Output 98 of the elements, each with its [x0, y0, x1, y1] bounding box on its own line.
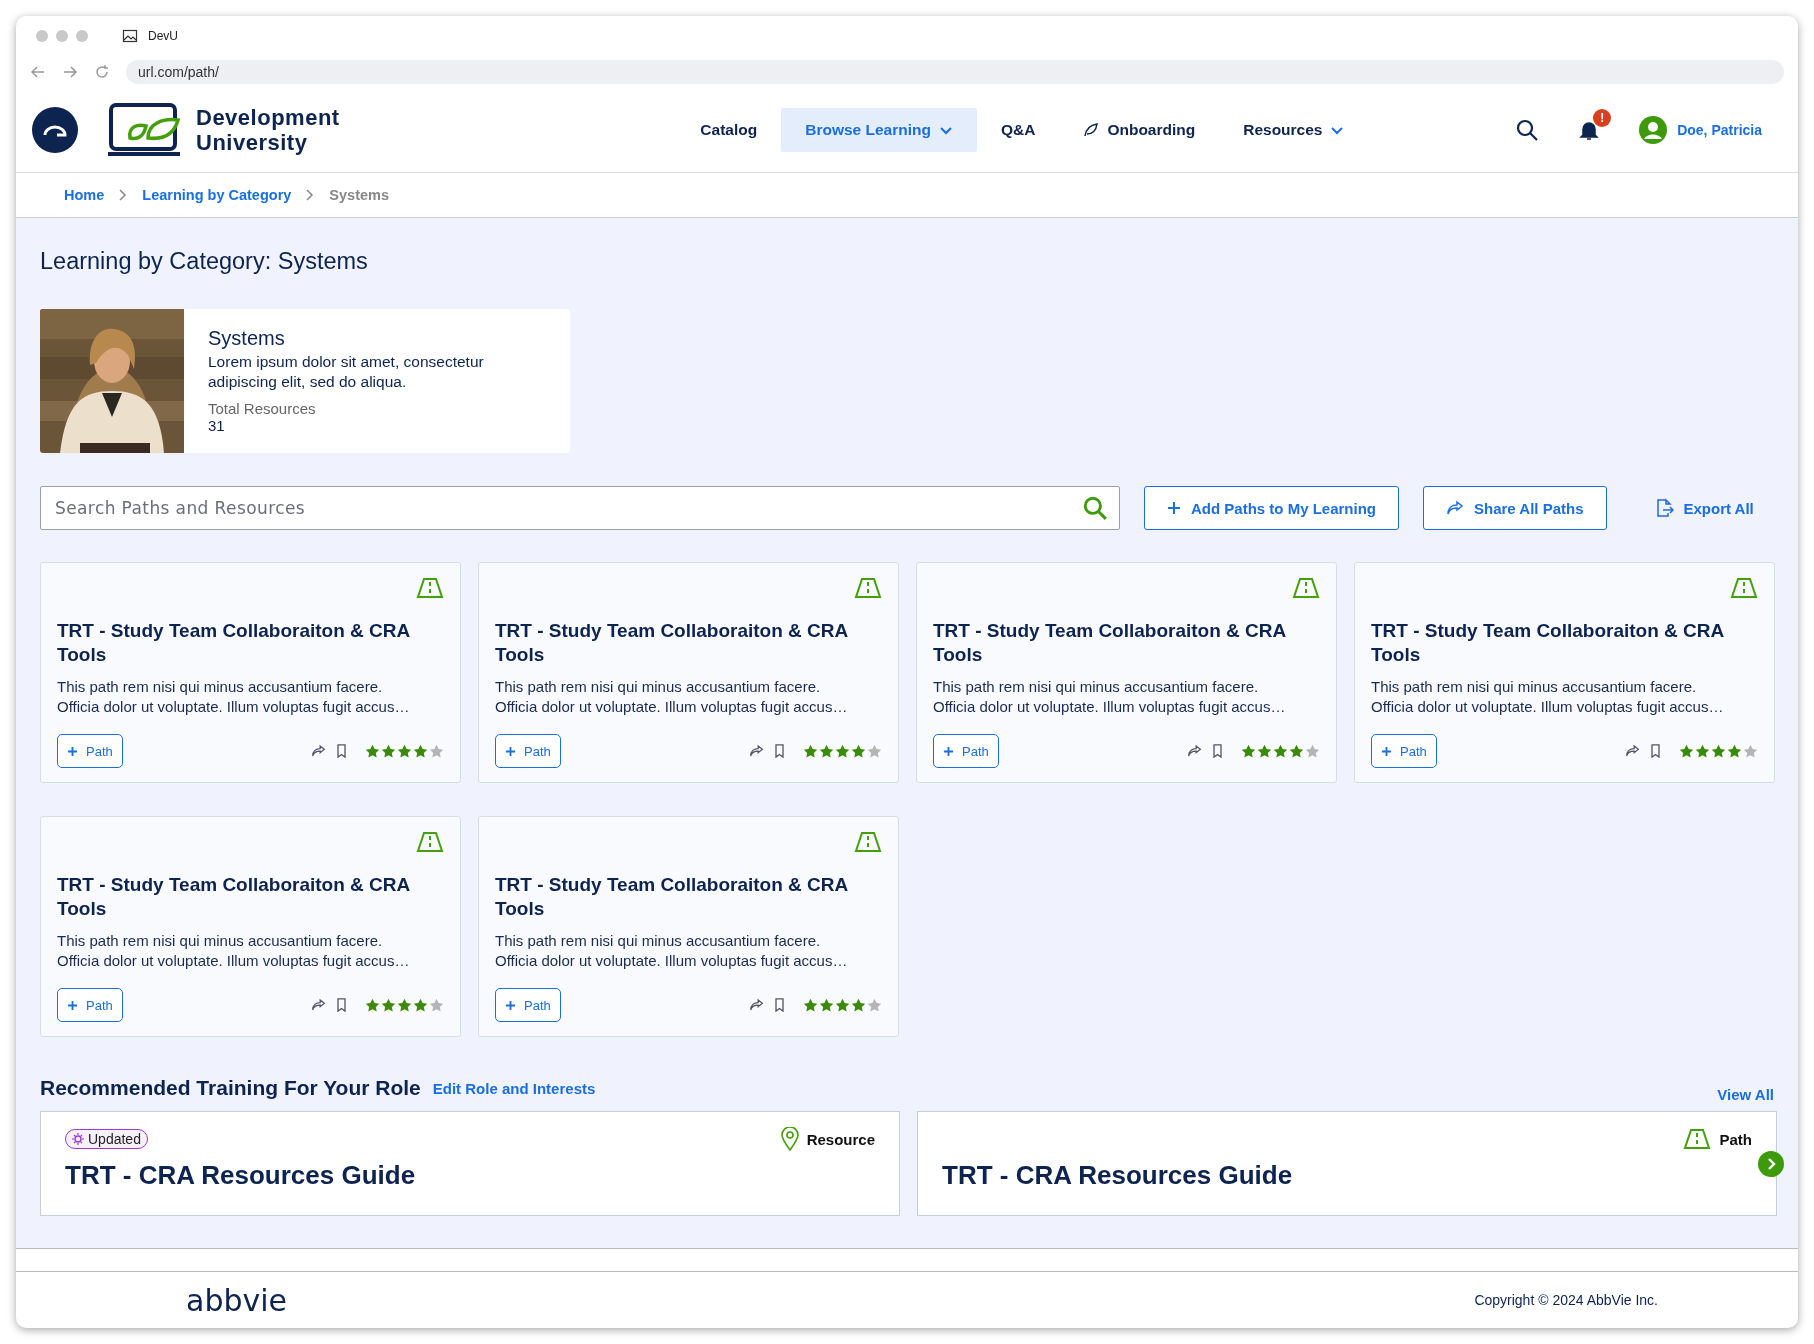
- card-description: This path rem nisi qui minus accusantium facere. Officia dolor ut voluptate. Illum voluptas fugit accus…: [57, 931, 411, 971]
- breadcrumb-link[interactable]: Home: [64, 187, 105, 203]
- plus-icon: [67, 999, 78, 1011]
- chevron-right-icon: [118, 188, 129, 202]
- card-title: TRT - Study Team Collaboraiton & CRA Tools: [495, 619, 849, 667]
- road-icon: [1730, 577, 1758, 599]
- section-title: Recommended Training For Your Role: [40, 1076, 421, 1100]
- share-icon[interactable]: [311, 744, 326, 758]
- bookmark-icon[interactable]: [774, 744, 785, 758]
- bookmark-icon[interactable]: [774, 998, 785, 1012]
- add-path-button[interactable]: Path: [933, 734, 999, 768]
- action-button[interactable]: Add Paths to My Learning: [1144, 486, 1399, 530]
- user-name-link[interactable]: Doe, Patricia: [1677, 122, 1762, 138]
- bookmark-icon[interactable]: [336, 744, 347, 758]
- road-icon: [1683, 1128, 1712, 1150]
- stat-value: 31: [208, 417, 226, 434]
- training-card[interactable]: Updated Resource TRT - CRA Resources Guide: [40, 1111, 900, 1216]
- share-icon[interactable]: [311, 998, 326, 1012]
- plus-icon: [505, 745, 516, 757]
- card-title: TRT - Study Team Collaboraiton & CRA Tools: [57, 873, 411, 921]
- card-title: TRT - Study Team Collaboraiton & CRA Tools: [933, 619, 1287, 667]
- abbvie-logo: abbvie: [186, 1282, 287, 1318]
- stat-label: Total Resources: [208, 400, 317, 417]
- search-icon[interactable]: [1515, 118, 1540, 142]
- add-path-button[interactable]: Path: [495, 988, 561, 1022]
- action-link[interactable]: Export All: [1630, 486, 1777, 530]
- card-description: This path rem nisi qui minus accusantium facere. Officia dolor ut voluptate. Illum voluptas fugit accus…: [495, 677, 849, 717]
- logo-title: Development: [196, 105, 340, 130]
- share-icon[interactable]: [1187, 744, 1202, 758]
- type-label: Path: [1719, 1130, 1752, 1148]
- add-path-button[interactable]: Path: [57, 734, 123, 768]
- circle-logo-icon[interactable]: [32, 107, 78, 153]
- nav-link[interactable]: Q&A: [976, 108, 1060, 152]
- training-title: TRT - CRA Resources Guide: [942, 1160, 1294, 1191]
- card-title: TRT - Study Team Collaboraiton & CRA Tools: [1371, 619, 1725, 667]
- image-icon: [122, 28, 138, 44]
- nav-link[interactable]: Catalog: [676, 108, 782, 152]
- plus-icon: [1167, 501, 1181, 515]
- back-icon[interactable]: [30, 64, 46, 80]
- bookmark-icon[interactable]: [1650, 744, 1661, 758]
- path-card[interactable]: TRT - Study Team Collaboraiton & CRA Tools This path rem nisi qui minus accusantium facere. Officia dolor ut voluptate. Illum voluptas fugit accus… Path: [40, 816, 461, 1037]
- leaf-icon: [1083, 122, 1100, 138]
- nav-link[interactable]: Resources: [1219, 108, 1369, 152]
- category-name: Systems: [208, 327, 286, 350]
- road-icon: [416, 831, 444, 853]
- path-card[interactable]: TRT - Study Team Collaboraiton & CRA Tools This path rem nisi qui minus accusantium facere. Officia dolor ut voluptate. Illum voluptas fugit accus… Path: [478, 816, 899, 1037]
- plus-icon: [67, 745, 78, 757]
- updated-badge: Updated: [65, 1129, 148, 1149]
- forward-icon[interactable]: [62, 64, 78, 80]
- training-card[interactable]: Path TRT - CRA Resources Guide: [917, 1111, 1777, 1216]
- plus-icon: [943, 745, 954, 757]
- add-path-button[interactable]: Path: [1371, 734, 1437, 768]
- view-all-link[interactable]: View All: [1717, 1086, 1774, 1103]
- bookmark-icon[interactable]: [1212, 744, 1223, 758]
- path-card[interactable]: TRT - Study Team Collaboraiton & CRA Tools This path rem nisi qui minus accusantium facere. Officia dolor ut voluptate. Illum voluptas fugit accus… Path: [40, 562, 461, 783]
- card-description: This path rem nisi qui minus accusantium facere. Officia dolor ut voluptate. Illum voluptas fugit accus…: [1371, 677, 1725, 717]
- type-label: Resource: [806, 1130, 875, 1148]
- card-description: This path rem nisi qui minus accusantium facere. Officia dolor ut voluptate. Illum voluptas fugit accus…: [495, 931, 849, 971]
- road-icon: [854, 577, 882, 599]
- breadcrumb-current[interactable]: Systems: [329, 187, 389, 203]
- share-icon: [1446, 500, 1464, 516]
- gear-icon: [72, 1133, 84, 1145]
- plus-icon: [505, 999, 516, 1011]
- action-button[interactable]: Share All Paths: [1423, 486, 1607, 530]
- road-icon: [416, 577, 444, 599]
- add-path-button[interactable]: Path: [495, 734, 561, 768]
- card-description: This path rem nisi qui minus accusantium facere. Officia dolor ut voluptate. Illum voluptas fugit accus…: [933, 677, 1287, 717]
- page-title: Learning by Category: Systems: [40, 248, 369, 275]
- logo-title: University: [196, 130, 309, 155]
- share-icon[interactable]: [749, 744, 764, 758]
- edit-role-link[interactable]: Edit Role and Interests: [432, 1079, 596, 1097]
- breadcrumb-link[interactable]: Learning by Category: [142, 187, 292, 203]
- user-avatar-icon[interactable]: [1639, 116, 1668, 144]
- plus-icon: [1381, 745, 1392, 757]
- card-title: TRT - Study Team Collaboraiton & CRA Tools: [57, 619, 411, 667]
- address-bar[interactable]: url.com/path/: [126, 60, 1784, 84]
- bookmark-icon[interactable]: [336, 998, 347, 1012]
- share-icon[interactable]: [749, 998, 764, 1012]
- tab-title[interactable]: DevU: [148, 29, 178, 43]
- path-card[interactable]: TRT - Study Team Collaboraiton & CRA Tools This path rem nisi qui minus accusantium facere. Officia dolor ut voluptate. Illum voluptas fugit accus… Path: [1354, 562, 1775, 783]
- location-pin-icon: [780, 1127, 799, 1151]
- add-path-button[interactable]: Path: [57, 988, 123, 1022]
- notification-badge: !: [1593, 109, 1612, 127]
- category-description: Lorem ipsum dolor sit amet, consectetur adipiscing elit, sed do aliqua.: [208, 352, 485, 392]
- search-field[interactable]: Search Paths and Resources: [40, 486, 1120, 530]
- nav-link[interactable]: Onboarding: [1059, 108, 1220, 152]
- card-title: TRT - Study Team Collaboraiton & CRA Tools: [495, 873, 849, 921]
- path-card[interactable]: TRT - Study Team Collaboraiton & CRA Tools This path rem nisi qui minus accusantium facere. Officia dolor ut voluptate. Illum voluptas fugit accus… Path: [916, 562, 1337, 783]
- card-description: This path rem nisi qui minus accusantium facere. Officia dolor ut voluptate. Illum voluptas fugit accus…: [57, 677, 411, 717]
- share-icon[interactable]: [1625, 744, 1640, 758]
- reload-icon[interactable]: [94, 64, 110, 80]
- nav-link[interactable]: Browse Learning: [781, 108, 977, 152]
- training-title: TRT - CRA Resources Guide: [65, 1160, 417, 1191]
- chevron-right-icon: [305, 188, 316, 202]
- road-icon: [854, 831, 882, 853]
- path-card[interactable]: TRT - Study Team Collaboraiton & CRA Tools This path rem nisi qui minus accusantium facere. Officia dolor ut voluptate. Illum voluptas fugit accus… Path: [478, 562, 899, 783]
- copyright-text: Copyright © 2024 AbbVie Inc.: [1474, 1292, 1658, 1308]
- road-icon: [1292, 577, 1320, 599]
